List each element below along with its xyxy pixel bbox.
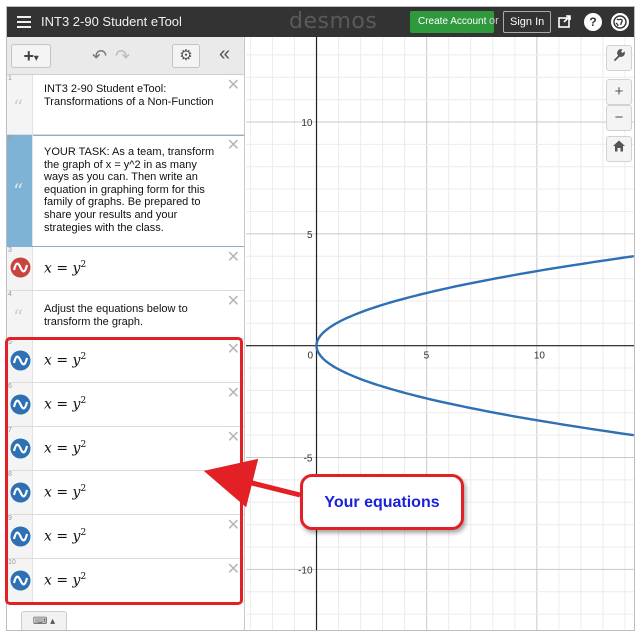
y-tick-label: 5 (307, 230, 313, 241)
wrench-icon[interactable] (606, 45, 632, 71)
zoom-out-button[interactable]: − (606, 105, 632, 131)
keyboard-icon: ⌨ (32, 616, 48, 627)
undo-icon[interactable]: ↶ (92, 46, 107, 67)
close-icon[interactable]: ✕ (227, 294, 240, 310)
note-text[interactable]: YOUR TASK: As a team, transform the grap… (44, 146, 219, 234)
note-quote-icon: “ (13, 305, 24, 329)
note-item[interactable]: 4 “ Adjust the equations below to transfo… (7, 291, 244, 339)
keyboard-toggle[interactable]: ⌨ ▴ (21, 611, 67, 630)
note-text[interactable]: Adjust the equations below to transform … (44, 303, 219, 328)
annotation-callout: Your equations (300, 474, 464, 530)
expression-toolbar: +▾ ↶ ↷ ⚙ « (7, 37, 244, 75)
y-tick-label: -10 (298, 565, 313, 576)
close-icon[interactable]: ✕ (227, 138, 240, 154)
top-bar: INT3 2-90 Student eTool desmos Create Ac… (7, 7, 634, 37)
close-icon[interactable]: ✕ (227, 250, 240, 266)
create-account-button[interactable]: Create Account (410, 11, 495, 33)
redo-icon[interactable]: ↷ (115, 46, 130, 67)
note-item[interactable]: 2 “ YOUR TASK: As a team, transform the g… (7, 135, 244, 247)
annotation-highlight-box (5, 337, 243, 605)
y-tick-label: 10 (301, 118, 313, 129)
share-icon[interactable] (556, 13, 574, 31)
x-tick-label: 5 (424, 351, 430, 362)
x-tick-label: 0 (308, 351, 314, 362)
add-item-button[interactable]: +▾ (11, 44, 51, 68)
note-text[interactable]: INT3 2-90 Student eTool: Transformations… (44, 83, 219, 108)
collapse-panel-button[interactable]: « (219, 43, 230, 66)
math-input[interactable]: x = y2 (44, 260, 86, 277)
graph-title[interactable]: INT3 2-90 Student eTool (41, 14, 182, 29)
note-item[interactable]: 1 “ INT3 2-90 Student eTool: Transformati… (7, 75, 244, 135)
close-icon[interactable]: ✕ (227, 78, 240, 94)
or-label: or (489, 15, 499, 27)
expression-item[interactable]: 3 x = y2 ✕ (7, 247, 244, 291)
home-icon[interactable] (606, 136, 632, 162)
graph-paper[interactable]: 0 5 10 10 5 -5 -10 + − (246, 37, 635, 631)
gear-icon[interactable]: ⚙ (172, 44, 200, 68)
y-tick-label: -5 (304, 454, 313, 465)
note-quote-icon: “ (13, 179, 24, 203)
sign-in-button[interactable]: Sign In (503, 11, 552, 33)
language-icon[interactable] (611, 13, 629, 31)
desmos-logo: desmos (289, 9, 378, 34)
help-icon[interactable]: ? (584, 13, 602, 31)
menu-icon[interactable] (17, 14, 31, 30)
note-quote-icon: “ (13, 95, 24, 119)
graph-toggle-icon[interactable] (10, 257, 31, 278)
zoom-in-button[interactable]: + (606, 79, 632, 105)
x-tick-label: 10 (534, 351, 546, 362)
annotation-label: Your equations (324, 494, 440, 511)
graph-canvas[interactable]: 0 5 10 10 5 -5 -10 (246, 37, 635, 631)
